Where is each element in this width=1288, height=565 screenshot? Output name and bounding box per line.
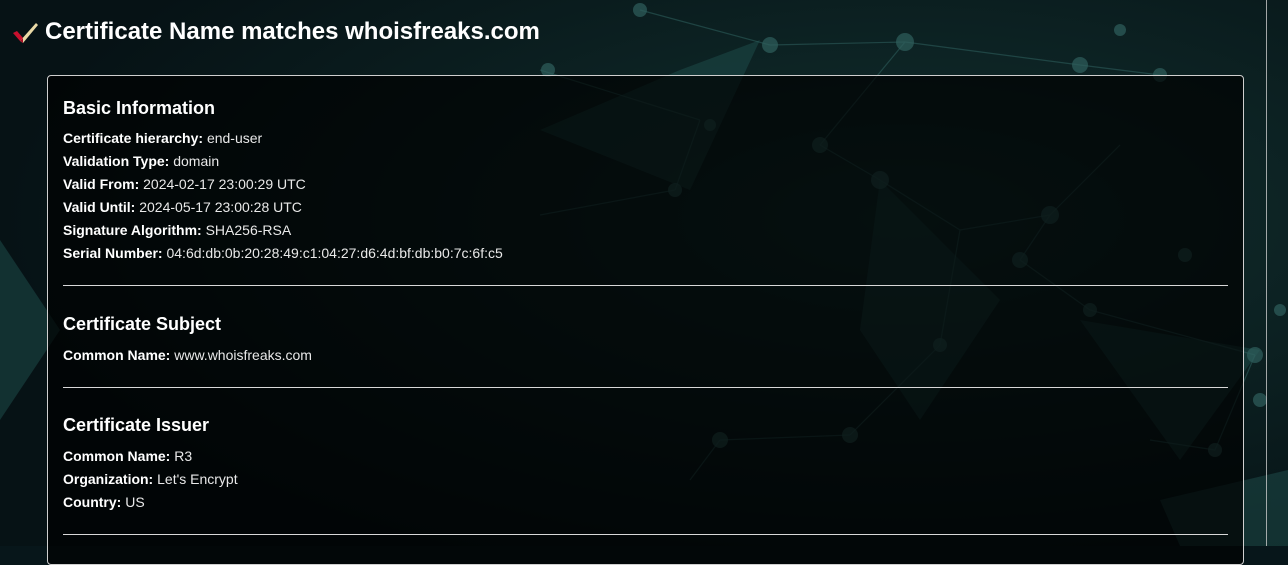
field-signature-algorithm: Signature Algorithm: SHA256-RSA (63, 219, 1228, 242)
field-label: Valid From: (63, 176, 140, 192)
field-label: Validation Type: (63, 153, 170, 169)
field-value: US (125, 494, 145, 510)
field-label: Organization: (63, 471, 154, 487)
field-issuer-country: Country: US (63, 491, 1228, 514)
field-certificate-hierarchy: Certificate hierarchy: end-user (63, 127, 1228, 150)
field-valid-until: Valid Until: 2024-05-17 23:00:28 UTC (63, 196, 1228, 219)
field-serial-number: Serial Number: 04:6d:db:0b:20:28:49:c1:0… (63, 242, 1228, 265)
certificate-card: Basic Information Certificate hierarchy:… (47, 75, 1244, 565)
field-label: Serial Number: (63, 245, 163, 261)
certificate-issuer-section: Certificate Issuer Common Name: R3 Organ… (63, 388, 1228, 514)
field-label: Common Name: (63, 448, 171, 464)
field-label: Signature Algorithm: (63, 222, 202, 238)
field-value: R3 (174, 448, 193, 464)
field-value: SHA256-RSA (205, 222, 292, 238)
certificate-page: Certificate Name matches whoisfreaks.com… (0, 0, 1288, 565)
field-label: Country: (63, 494, 122, 510)
field-value: 2024-02-17 23:00:29 UTC (143, 176, 306, 192)
field-label: Valid Until: (63, 199, 136, 215)
field-issuer-common-name: Common Name: R3 (63, 445, 1228, 468)
field-valid-from: Valid From: 2024-02-17 23:00:29 UTC (63, 173, 1228, 196)
field-label: Common Name: (63, 347, 171, 363)
field-value: www.whoisfreaks.com (174, 347, 312, 363)
field-value: domain (173, 153, 220, 169)
page-title: Certificate Name matches whoisfreaks.com (45, 18, 540, 45)
field-value: end-user (206, 130, 263, 146)
title-row: Certificate Name matches whoisfreaks.com (11, 16, 540, 48)
field-validation-type: Validation Type: domain (63, 150, 1228, 173)
basic-information-section: Basic Information Certificate hierarchy:… (63, 76, 1228, 265)
certificate-subject-section: Certificate Subject Common Name: www.who… (63, 286, 1228, 367)
section-heading: Certificate Subject (63, 314, 222, 334)
section-heading: Certificate Issuer (63, 415, 210, 435)
section-divider (63, 534, 1228, 535)
field-label: Certificate hierarchy: (63, 130, 204, 146)
section-heading: Basic Information (63, 98, 216, 118)
field-issuer-organization: Organization: Let's Encrypt (63, 468, 1228, 491)
field-value: 2024-05-17 23:00:28 UTC (139, 199, 302, 215)
field-value: Let's Encrypt (157, 471, 238, 487)
field-subject-common-name: Common Name: www.whoisfreaks.com (63, 344, 1228, 367)
scrollbar[interactable] (1266, 0, 1267, 546)
field-value: 04:6d:db:0b:20:28:49:c1:04:27:d6:4d:bf:d… (166, 245, 503, 261)
check-icon (11, 19, 39, 45)
